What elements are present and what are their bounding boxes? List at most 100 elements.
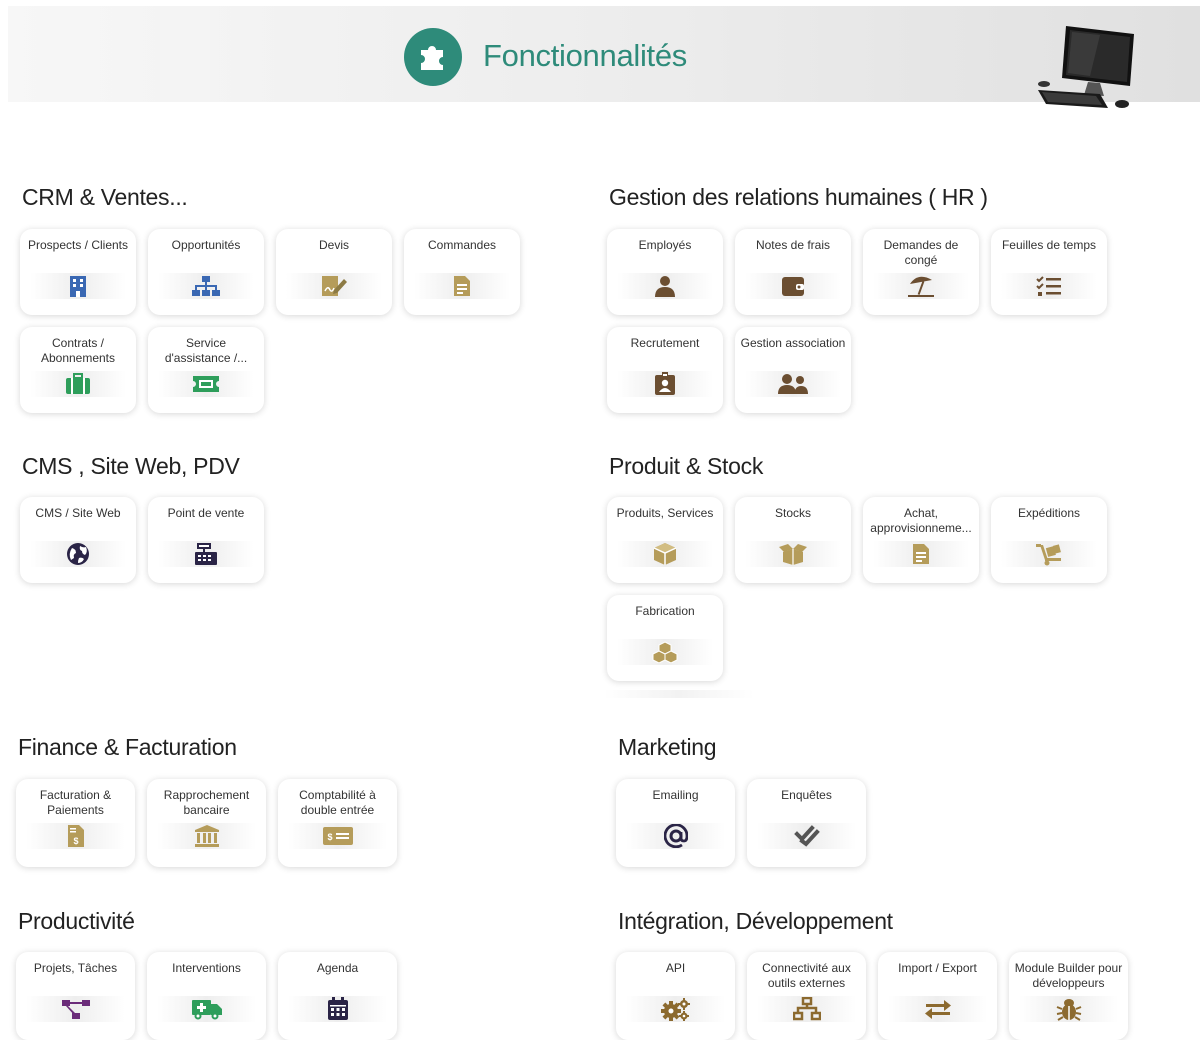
calendar-icon — [327, 997, 349, 1021]
tile-label: Recrutement — [630, 336, 700, 350]
tile-label: Import / Export — [898, 961, 977, 975]
tile-label: Module Builder pour développeurs — [1014, 961, 1123, 990]
tile-label: Point de vente — [167, 506, 245, 520]
invoice-icon: $ — [67, 824, 85, 848]
double-check-icon — [793, 825, 820, 847]
tile-rapprochement-bancaire[interactable]: Rapprochement bancaire — [147, 779, 266, 867]
tile-label: CMS / Site Web — [35, 506, 121, 520]
tile-label: Achat, approvisionneme... — [870, 506, 972, 535]
tile-label: Stocks — [774, 506, 811, 520]
user-icon — [654, 275, 676, 297]
tile-projets-taches[interactable]: Projets, Tâches — [16, 952, 135, 1040]
tile-label: Notes de frais — [755, 238, 831, 252]
tile-label: Expéditions — [1017, 506, 1081, 520]
tile-demandes-de-conge[interactable]: Demandes de congé — [863, 229, 979, 315]
tile-label: Projets, Tâches — [33, 961, 118, 975]
tile-label: Opportunités — [171, 238, 241, 252]
tile-point-de-vente[interactable]: Point de vente — [148, 497, 264, 583]
tile-prospects-clients[interactable]: Prospects / Clients — [20, 229, 136, 315]
tile-stocks[interactable]: Stocks — [735, 497, 851, 583]
tile-label: Emailing — [652, 788, 699, 802]
section-title-crm: CRM & Ventes... — [22, 184, 188, 210]
tile-label: Service d'assistance /... — [164, 336, 248, 365]
svg-text:$: $ — [73, 836, 78, 846]
building-icon — [69, 275, 87, 297]
tile-label: Gestion association — [740, 336, 846, 350]
tile-label: Rapprochement bancaire — [163, 788, 250, 817]
checklist-icon — [1036, 275, 1062, 297]
tile-label: Devis — [318, 238, 349, 252]
globe-icon — [66, 542, 90, 566]
tile-employes[interactable]: Employés — [607, 229, 723, 315]
tile-recrutement[interactable]: Recrutement — [607, 327, 723, 413]
tile-opportunites[interactable]: Opportunités — [148, 229, 264, 315]
tile-achat-approvisionnement[interactable]: Achat, approvisionneme... — [863, 497, 979, 583]
page-title: Fonctionnalités — [483, 38, 688, 73]
tile-label: Contrats / Abonnements — [40, 336, 116, 365]
tile-gestion-association[interactable]: Gestion association — [735, 327, 851, 413]
tile-feuilles-de-temps[interactable]: Feuilles de temps — [991, 229, 1107, 315]
tile-module-builder[interactable]: Module Builder pour développeurs — [1009, 952, 1128, 1040]
order-doc-icon — [453, 275, 471, 297]
wallet-icon — [781, 275, 805, 297]
tile-notes-de-frais[interactable]: Notes de frais — [735, 229, 851, 315]
cube-icon — [653, 542, 677, 566]
section-title-finance: Finance & Facturation — [18, 734, 237, 760]
section-title-integration: Intégration, Développement — [618, 908, 893, 934]
money-check-icon: $ — [322, 826, 353, 846]
tile-devis[interactable]: Devis — [276, 229, 392, 315]
tile-label: Commandes — [427, 238, 497, 252]
tile-label: Employés — [638, 238, 692, 252]
tile-label: Interventions — [172, 961, 241, 975]
tile-facturation-paiements[interactable]: Facturation & Paiements $ — [16, 779, 135, 867]
tile-api[interactable]: API — [616, 952, 735, 1040]
tile-label: Facturation & Paiements — [39, 788, 112, 817]
tile-label: Demandes de congé — [883, 238, 959, 267]
purchase-doc-icon — [912, 543, 930, 565]
tile-fabrication[interactable]: Fabrication — [607, 595, 723, 681]
section-title-cms: CMS , Site Web, PDV — [22, 453, 240, 479]
tile-emailing[interactable]: Emailing — [616, 779, 735, 867]
project-diagram-icon — [61, 998, 91, 1020]
computer-icon — [1030, 20, 1140, 112]
tile-label: Agenda — [316, 961, 359, 975]
cogs-icon — [660, 997, 691, 1021]
org-chart-icon — [191, 275, 221, 297]
tile-expeditions[interactable]: Expéditions — [991, 497, 1107, 583]
divider — [604, 690, 754, 698]
tile-interventions[interactable]: Interventions — [147, 952, 266, 1040]
tile-cms-site-web[interactable]: CMS / Site Web — [20, 497, 136, 583]
tile-label: Comptabilité à double entrée — [299, 788, 376, 817]
exchange-icon — [924, 999, 952, 1019]
signed-doc-icon — [320, 275, 348, 297]
tile-service-assistance[interactable]: Service d'assistance /... — [148, 327, 264, 413]
at-icon — [663, 824, 688, 848]
section-title-marketing: Marketing — [618, 734, 717, 760]
network-icon — [792, 997, 821, 1021]
tile-label: Connectivité aux outils externes — [762, 961, 851, 990]
tile-agenda[interactable]: Agenda — [278, 952, 397, 1040]
puzzle-icon — [404, 28, 462, 86]
cash-register-icon — [194, 542, 218, 566]
briefcase-icon — [65, 373, 91, 395]
tile-contrats-abonnements[interactable]: Contrats / Abonnements — [20, 327, 136, 413]
section-title-hr: Gestion des relations humaines ( HR ) — [609, 184, 988, 210]
section-title-productivity: Productivité — [18, 908, 135, 934]
tile-connectivite-outils-externes[interactable]: Connectivité aux outils externes — [747, 952, 866, 1040]
svg-text:$: $ — [327, 832, 332, 842]
beach-umbrella-icon — [906, 274, 936, 298]
bug-icon — [1056, 997, 1082, 1021]
tile-commandes[interactable]: Commandes — [404, 229, 520, 315]
open-box-icon — [778, 543, 808, 565]
tile-import-export[interactable]: Import / Export — [878, 952, 997, 1040]
tile-enquetes[interactable]: Enquêtes — [747, 779, 866, 867]
section-title-product: Produit & Stock — [609, 453, 764, 479]
tile-label: Fabrication — [635, 604, 695, 618]
ambulance-icon — [191, 998, 223, 1020]
tile-produits-services[interactable]: Produits, Services — [607, 497, 723, 583]
tile-label: API — [665, 961, 686, 975]
dolly-icon — [1035, 542, 1063, 566]
tile-comptabilite-double-entree[interactable]: Comptabilité à double entrée $ — [278, 779, 397, 867]
tile-label: Prospects / Clients — [27, 238, 129, 252]
ticket-icon — [192, 374, 220, 394]
